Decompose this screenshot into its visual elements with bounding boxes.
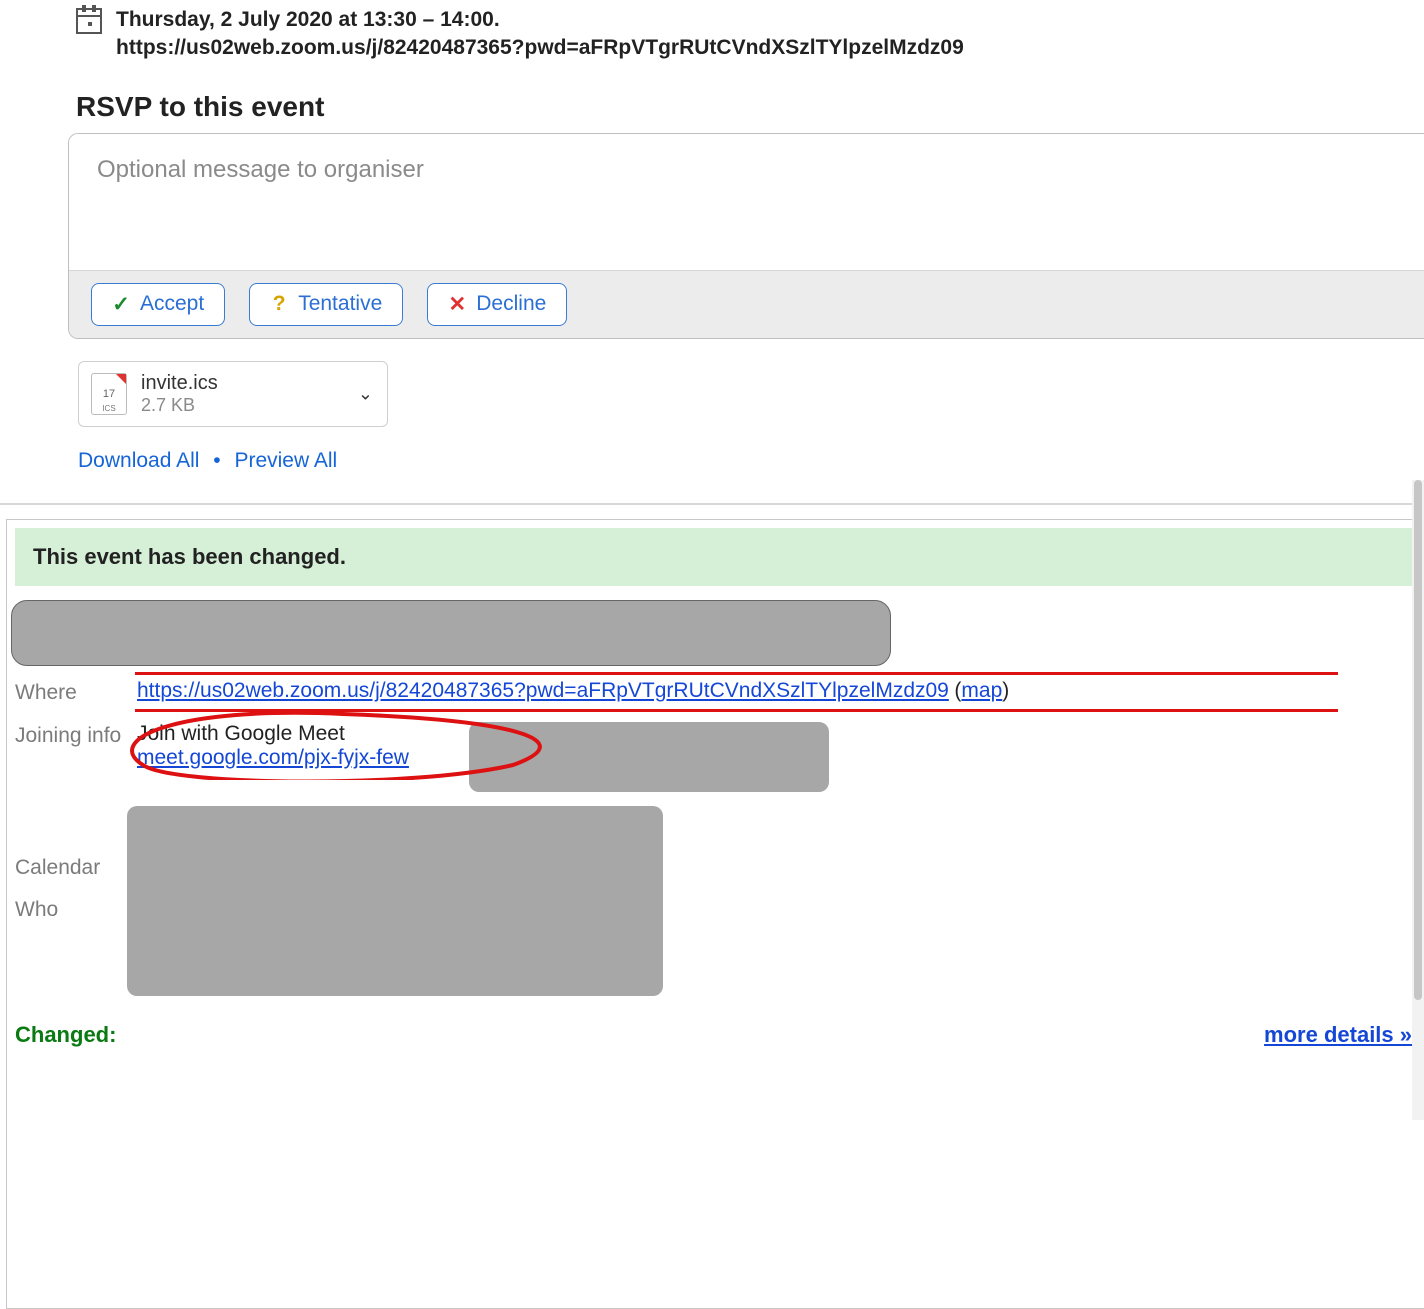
attachment-card[interactable]: 17 ICS invite.ics 2.7 KB ⌄	[78, 361, 388, 427]
event-body: This event has been changed. Where https…	[6, 519, 1424, 1309]
tentative-button[interactable]: ? Tentative	[249, 283, 403, 326]
decline-label: Decline	[476, 292, 546, 316]
question-icon: ?	[270, 292, 288, 316]
x-icon: ✕	[448, 292, 466, 317]
horizontal-divider	[0, 503, 1424, 505]
redacted-join-extra	[469, 722, 829, 792]
rsvp-box: ✓ Accept ? Tentative ✕ Decline	[68, 133, 1424, 339]
decline-button[interactable]: ✕ Decline	[427, 283, 567, 326]
ics-file-icon: 17 ICS	[91, 373, 127, 415]
where-link[interactable]: https://us02web.zoom.us/j/82420487365?pw…	[137, 679, 949, 702]
download-all-link[interactable]: Download All	[78, 449, 199, 472]
where-label: Where	[15, 679, 137, 705]
google-meet-link[interactable]: meet.google.com/pjx-fyjx-few	[137, 746, 409, 769]
rsvp-message-input[interactable]	[69, 134, 1424, 264]
scrollbar[interactable]	[1412, 480, 1424, 1120]
rsvp-heading: RSVP to this event	[76, 91, 1424, 123]
accept-button[interactable]: ✓ Accept	[91, 283, 225, 326]
preview-all-link[interactable]: Preview All	[234, 449, 337, 472]
calendar-label: Calendar	[15, 854, 137, 880]
redacted-title-block	[11, 600, 891, 666]
accept-label: Accept	[140, 292, 204, 316]
attachment-size: 2.7 KB	[141, 395, 218, 416]
separator-dot: •	[213, 449, 220, 472]
event-datetime-block: Thursday, 2 July 2020 at 13:30 – 14:00. …	[116, 6, 964, 63]
ics-icon-day: 17	[92, 388, 126, 400]
check-icon: ✓	[112, 292, 130, 317]
attachment-filename: invite.ics	[141, 372, 218, 395]
annotation-underline-bottom	[135, 709, 1338, 712]
changed-label: Changed:	[15, 1022, 116, 1048]
join-with-text: Join with Google Meet	[137, 722, 409, 746]
ics-icon-tag: ICS	[92, 404, 126, 413]
event-changed-banner: This event has been changed.	[15, 528, 1416, 586]
event-date-line: Thursday, 2 July 2020 at 13:30 – 14:00.	[116, 6, 964, 34]
calendar-icon	[76, 8, 102, 34]
chevron-down-icon[interactable]: ⌄	[358, 383, 373, 404]
event-url-line: https://us02web.zoom.us/j/82420487365?pw…	[116, 34, 964, 62]
rsvp-button-bar: ✓ Accept ? Tentative ✕ Decline	[69, 270, 1424, 338]
joining-info-label: Joining info	[15, 722, 137, 748]
map-link[interactable]: map	[961, 679, 1002, 702]
more-details-link[interactable]: more details »	[1264, 1022, 1412, 1048]
who-label: Who	[15, 896, 137, 922]
tentative-label: Tentative	[298, 292, 382, 316]
